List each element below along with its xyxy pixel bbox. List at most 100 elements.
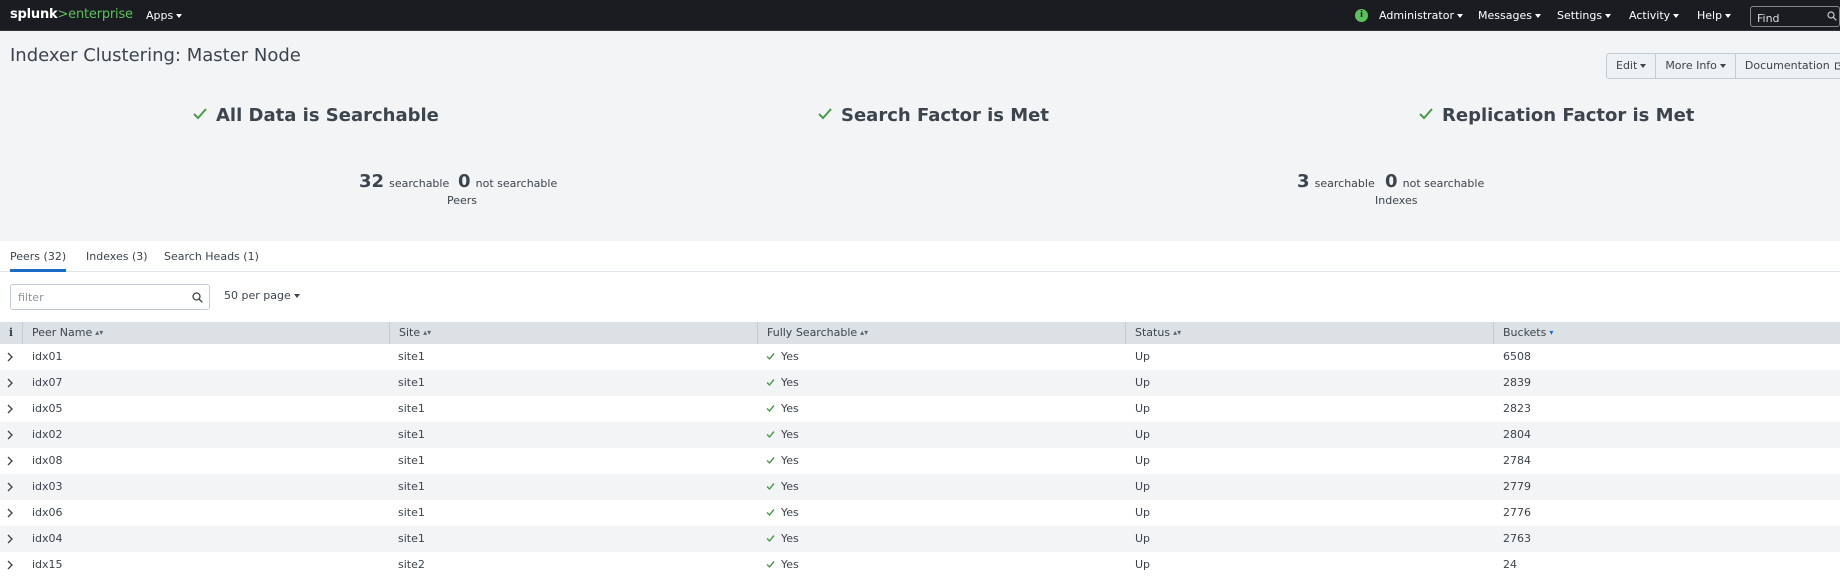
- column-header-site[interactable]: Site ▴▾: [389, 322, 757, 344]
- logo-text-product: enterprise: [68, 7, 133, 22]
- peer-name-cell: idx03: [32, 474, 63, 500]
- fully-searchable-cell-text: Yes: [781, 402, 799, 415]
- caret-down-icon: [293, 294, 300, 298]
- page-title: Indexer Clustering: Master Node: [10, 45, 301, 66]
- apps-menu[interactable]: Apps: [146, 9, 183, 22]
- site-cell-text: site1: [398, 480, 425, 493]
- more-info-button[interactable]: More Info: [1656, 53, 1736, 79]
- peer-name-cell-text: idx06: [32, 506, 63, 519]
- buckets-cell: 2784: [1503, 448, 1531, 474]
- fully-searchable-cell: Yes: [766, 500, 799, 526]
- indexes-caption: Indexes: [1375, 194, 1418, 207]
- sort-icon: ▴▾: [95, 328, 104, 337]
- table-row[interactable]: idx03 site1 Yes Up 2779: [0, 474, 1840, 500]
- check-icon: [766, 457, 775, 465]
- buckets-cell-text: 2823: [1503, 402, 1531, 415]
- tab-bar: Peers (32) Indexes (3) Search Heads (1): [0, 241, 1840, 272]
- peer-name-cell-text: idx05: [32, 402, 63, 415]
- site-cell-text: site1: [398, 376, 425, 389]
- peers-caption: Peers: [447, 194, 478, 207]
- column-header-peer-name[interactable]: Peer Name ▴▾: [22, 322, 389, 344]
- settings-menu-label: Settings: [1557, 9, 1603, 22]
- chevron-right-icon[interactable]: [6, 430, 14, 440]
- chevron-right-icon[interactable]: [6, 508, 14, 518]
- peers-table: i Peer Name ▴▾ Site ▴▾ Fully Searchable ▴▾ …: [0, 322, 1840, 576]
- per-page-label: 50 per page: [224, 289, 291, 302]
- fully-searchable-cell: Yes: [766, 448, 799, 474]
- status-cell: Up: [1135, 526, 1150, 552]
- fully-searchable-cell: Yes: [766, 526, 799, 552]
- tab-indexes[interactable]: Indexes (3): [86, 250, 148, 263]
- documentation-button[interactable]: Documentation: [1735, 53, 1840, 79]
- status-label: Search Factor is Met: [841, 105, 1049, 126]
- chevron-right-icon[interactable]: [6, 456, 14, 466]
- status-cell: Up: [1135, 500, 1150, 526]
- buckets-cell: 2839: [1503, 370, 1531, 396]
- table-row[interactable]: idx07 site1 Yes Up 2839: [0, 370, 1840, 396]
- column-header-label: Status: [1135, 326, 1171, 339]
- replication-factor-status: Replication Factor is Met: [1418, 105, 1694, 126]
- splunk-logo[interactable]: splunk>enterprise: [10, 7, 133, 22]
- tab-peers[interactable]: Peers (32): [10, 250, 67, 272]
- fully-searchable-cell-text: Yes: [781, 480, 799, 493]
- peer-name-cell: idx07: [32, 370, 63, 396]
- buckets-cell-text: 6508: [1503, 350, 1531, 363]
- status-cell-text: Up: [1135, 480, 1151, 493]
- chevron-right-icon[interactable]: [6, 534, 14, 544]
- peers-searchable-count: 32: [359, 171, 385, 192]
- caret-down-icon: [1534, 14, 1541, 18]
- table-row[interactable]: idx04 site1 Yes Up 2763: [0, 526, 1840, 552]
- activity-menu[interactable]: Activity: [1629, 9, 1680, 22]
- find-input[interactable]: [1751, 9, 1839, 28]
- peer-name-cell-text: idx07: [32, 376, 63, 389]
- caret-down-icon: [1640, 64, 1647, 68]
- filter-input[interactable]: [11, 285, 209, 309]
- status-cell-text: Up: [1135, 558, 1151, 571]
- table-row[interactable]: idx08 site1 Yes Up 2784: [0, 448, 1840, 474]
- column-header-label: Fully Searchable: [767, 326, 858, 339]
- administrator-menu[interactable]: Administrator: [1379, 9, 1463, 22]
- fully-searchable-cell: Yes: [766, 474, 799, 500]
- table-row[interactable]: idx02 site1 Yes Up 2804: [0, 422, 1840, 448]
- chevron-right-icon[interactable]: [6, 560, 14, 570]
- caret-down-icon: [1457, 14, 1463, 18]
- chevron-right-icon[interactable]: [6, 482, 14, 492]
- buckets-cell: 2804: [1503, 422, 1531, 448]
- search-icon[interactable]: [1827, 11, 1837, 21]
- column-header-status[interactable]: Status ▴▾: [1125, 322, 1493, 344]
- status-cell-text: Up: [1135, 506, 1151, 519]
- external-link-icon: [1835, 62, 1840, 70]
- check-icon: [766, 405, 775, 413]
- peer-name-cell-text: idx03: [32, 480, 63, 493]
- chevron-right-icon[interactable]: [6, 378, 14, 388]
- column-header-buckets[interactable]: Buckets ▾: [1493, 322, 1840, 344]
- health-status-icon[interactable]: i: [1355, 9, 1368, 22]
- messages-menu[interactable]: Messages: [1478, 9, 1541, 22]
- help-menu[interactable]: Help: [1697, 9, 1732, 22]
- status-cell: Up: [1135, 474, 1150, 500]
- indexes-searchable-label: searchable: [1314, 177, 1375, 190]
- peer-name-cell-text: idx04: [32, 532, 63, 545]
- edit-button[interactable]: Edit: [1606, 53, 1657, 79]
- check-icon: [766, 509, 775, 517]
- site-cell: site1: [398, 422, 425, 448]
- chevron-right-icon[interactable]: [6, 352, 14, 362]
- peer-name-cell: idx15: [32, 552, 63, 576]
- caret-down-icon: [1673, 14, 1680, 18]
- per-page-dropdown[interactable]: 50 per page: [224, 289, 300, 302]
- settings-menu[interactable]: Settings: [1557, 9, 1612, 22]
- search-factor-status: Search Factor is Met: [817, 105, 1049, 126]
- chevron-right-icon[interactable]: [6, 404, 14, 414]
- peer-name-cell-text: idx08: [32, 454, 63, 467]
- table-body: idx01 site1 Yes Up 6508 idx07 site1 Yes Up 2839 id…: [0, 344, 1840, 576]
- logo-separator: >: [57, 7, 69, 22]
- table-row[interactable]: idx05 site1 Yes Up 2823: [0, 396, 1840, 422]
- site-cell: site1: [398, 448, 425, 474]
- table-row[interactable]: idx01 site1 Yes Up 6508: [0, 344, 1840, 370]
- column-header-fully-searchable[interactable]: Fully Searchable ▴▾: [757, 322, 1125, 344]
- site-cell-text: site1: [398, 532, 425, 545]
- table-row[interactable]: idx15 site2 Yes Up 24: [0, 552, 1840, 576]
- table-row[interactable]: idx06 site1 Yes Up 2776: [0, 500, 1840, 526]
- site-cell-text: site2: [398, 558, 425, 571]
- tab-search-heads[interactable]: Search Heads (1): [164, 250, 259, 263]
